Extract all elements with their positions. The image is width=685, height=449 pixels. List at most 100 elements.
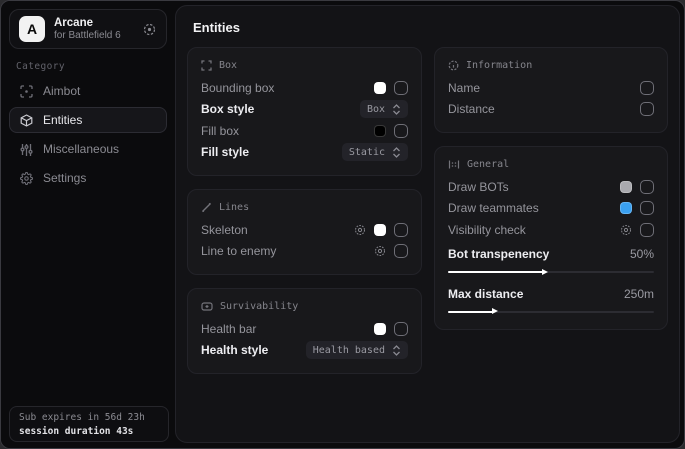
setting-row: Bounding box — [201, 77, 408, 99]
bot-transparency-slider[interactable] — [448, 271, 654, 273]
setting-label: Bounding box — [201, 81, 274, 95]
checkbox[interactable] — [394, 223, 408, 237]
checkbox[interactable] — [394, 244, 408, 258]
sidebar-item-aimbot[interactable]: Aimbot — [9, 78, 167, 104]
sidebar-item-settings[interactable]: Settings — [9, 165, 167, 191]
max-distance-slider[interactable] — [448, 311, 654, 313]
checkbox[interactable] — [640, 201, 654, 215]
card-general: General Draw BOTs Draw teammates — [434, 146, 668, 330]
slider-fill — [448, 271, 543, 273]
card-title: Survivability — [220, 301, 298, 312]
card-title: Box — [219, 60, 237, 71]
lines-icon — [201, 202, 212, 213]
slider-row: Bot transpenency 50% — [448, 244, 654, 266]
checkbox[interactable] — [640, 102, 654, 116]
color-swatch[interactable] — [374, 224, 386, 236]
sidebar-item-label: Aimbot — [43, 84, 80, 98]
slider-value: 50% — [630, 247, 654, 261]
setting-label: Draw teammates — [448, 201, 539, 215]
slider-value: 250m — [624, 287, 654, 301]
sidebar-item-miscellaneous[interactable]: Miscellaneous — [9, 136, 167, 162]
page-title: Entities — [193, 20, 668, 35]
checkbox[interactable] — [394, 81, 408, 95]
sidebar-item-entities[interactable]: Entities — [9, 107, 167, 133]
color-swatch[interactable] — [620, 181, 632, 193]
app-logo: A — [19, 16, 45, 42]
card-title: Information — [466, 60, 532, 71]
color-swatch[interactable] — [374, 323, 386, 335]
setting-row: Draw BOTs — [448, 176, 654, 198]
settings-gear-icon[interactable] — [354, 224, 366, 236]
select-value: Box — [367, 104, 385, 115]
unfold-icon — [392, 345, 401, 356]
fill-style-select[interactable]: Static — [342, 143, 408, 161]
checkbox[interactable] — [394, 124, 408, 138]
setting-row: Box style Box — [201, 99, 408, 121]
unfold-icon — [392, 147, 401, 158]
brand-card: A Arcane for Battlefield 6 — [9, 9, 167, 49]
setting-row: Distance — [448, 99, 654, 121]
sidebar: A Arcane for Battlefield 6 Category Aimb… — [1, 1, 175, 448]
card-title: General — [467, 159, 509, 170]
card-box: Box Bounding box Box style Box — [187, 47, 422, 176]
color-swatch[interactable] — [374, 82, 386, 94]
checkbox[interactable] — [394, 322, 408, 336]
checkbox[interactable] — [640, 180, 654, 194]
cube-icon — [19, 114, 33, 127]
setting-label: Name — [448, 81, 480, 95]
card-survivability: Survivability Health bar Health style He… — [187, 288, 422, 374]
survivability-icon — [201, 301, 213, 312]
brand-subtitle: for Battlefield 6 — [54, 30, 133, 43]
app-window: A Arcane for Battlefield 6 Category Aimb… — [0, 0, 685, 449]
select-value: Static — [349, 147, 385, 158]
setting-label: Health style — [201, 343, 268, 357]
main-panel: Entities Box Bounding box — [175, 5, 680, 443]
settings-gear-icon[interactable] — [620, 224, 632, 236]
sub-expires-text: Sub expires in 56d 23h — [19, 411, 159, 425]
setting-row: Fill box — [201, 120, 408, 142]
health-style-select[interactable]: Health based — [306, 341, 408, 359]
checkbox[interactable] — [640, 223, 654, 237]
color-swatch[interactable] — [620, 202, 632, 214]
card-title: Lines — [219, 202, 249, 213]
setting-row: Visibility check — [448, 219, 654, 241]
setting-row: Skeleton — [201, 219, 408, 241]
card-lines: Lines Skeleton Line to enemy — [187, 189, 422, 275]
subscription-info: Sub expires in 56d 23h session duration … — [9, 406, 169, 442]
setting-row: Draw teammates — [448, 198, 654, 220]
setting-label: Fill style — [201, 145, 249, 159]
gear-icon — [19, 172, 33, 185]
setting-label: Box style — [201, 102, 254, 116]
sidebar-item-label: Settings — [43, 171, 86, 185]
information-icon — [448, 60, 459, 71]
crosshair-icon — [19, 85, 33, 98]
setting-label: Distance — [448, 102, 495, 116]
setting-row: Line to enemy — [201, 241, 408, 263]
setting-label: Visibility check — [448, 223, 526, 237]
slider-label: Max distance — [448, 287, 523, 301]
setting-row: Health bar — [201, 318, 408, 340]
settings-gear-icon[interactable] — [374, 245, 386, 257]
card-information: Information Name Distance — [434, 47, 668, 133]
setting-row: Fill style Static — [201, 142, 408, 164]
unfold-icon — [392, 104, 401, 115]
color-swatch[interactable] — [374, 125, 386, 137]
setting-label: Skeleton — [201, 223, 248, 237]
setting-label: Draw BOTs — [448, 180, 509, 194]
sliders-icon — [19, 143, 33, 156]
slider-label: Bot transpenency — [448, 247, 549, 261]
box-icon — [201, 60, 212, 71]
checkbox[interactable] — [640, 81, 654, 95]
setting-label: Line to enemy — [201, 244, 276, 258]
setting-label: Health bar — [201, 322, 256, 336]
setting-label: Fill box — [201, 124, 239, 138]
select-value: Health based — [313, 345, 385, 356]
setting-row: Health style Health based — [201, 340, 408, 362]
setting-row: Name — [448, 77, 654, 99]
box-style-select[interactable]: Box — [360, 100, 408, 118]
target-icon[interactable] — [142, 22, 157, 37]
slider-row: Max distance 250m — [448, 283, 654, 305]
general-icon — [448, 159, 460, 170]
sidebar-item-label: Miscellaneous — [43, 142, 119, 156]
category-label: Category — [16, 61, 175, 72]
